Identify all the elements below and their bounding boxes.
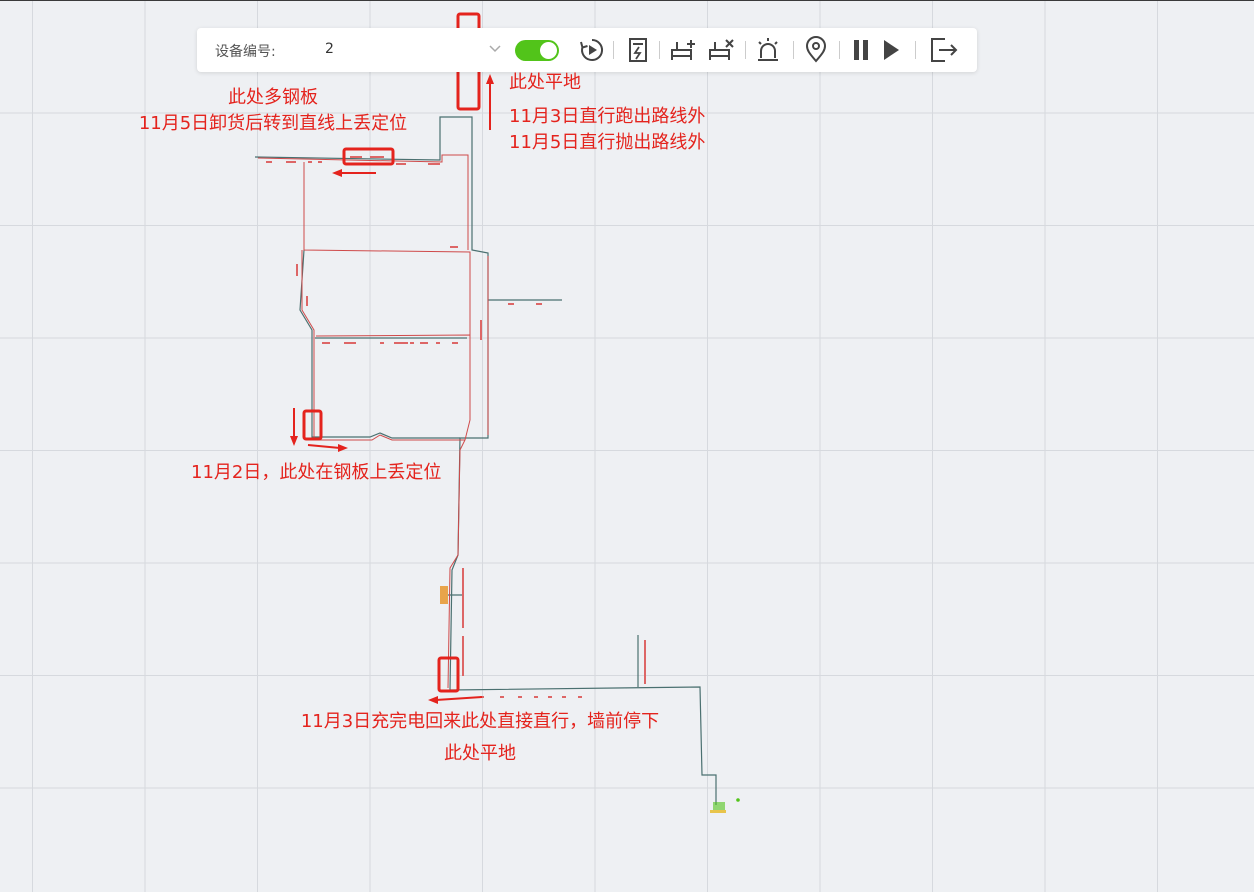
annotation-text: 此处平地 [509,72,581,93]
chevron-down-icon[interactable] [487,40,503,58]
add-shelf-icon[interactable] [669,36,699,64]
toolbar-separator [613,41,614,59]
device-id-select[interactable]: 2 [325,41,334,57]
station-markers [266,156,646,698]
toolbar-separator [839,41,840,59]
alarm-icon[interactable] [753,36,783,64]
toggle-knob [540,42,557,59]
replay-icon[interactable] [577,36,607,64]
device-id-label: 设备编号: [215,44,276,60]
annotation-mid-left: 11月2日，此处在钢板上丢定位 [191,460,441,486]
annotation-text: 11月3日直行跑出路线外 [509,106,706,127]
location-icon[interactable] [801,36,831,64]
annotation-text: 11月5日直行抛出路线外 [509,132,706,153]
annotation-text: 11月2日，此处在钢板上丢定位 [191,462,442,483]
annotation-top-left: 此处多钢板 11月5日卸货后转到直线上丢定位 [120,85,426,137]
charging-stations [440,586,740,813]
annotation-text: 此处平地 [444,743,516,764]
exit-icon[interactable] [929,36,959,64]
toolbar-separator [915,41,916,59]
annotation-text: 11月3日充完电回来此处直接直行，墙前停下 [300,711,660,732]
pause-icon[interactable] [847,36,877,64]
annotation-top-right: 此处平地 11月3日直行跑出路线外 11月5日直行抛出路线外 [509,70,705,156]
annotation-text: 此处多钢板 [228,87,318,108]
remove-shelf-icon[interactable] [707,36,737,64]
annotation-text: 11月5日卸货后转到直线上丢定位 [138,113,408,134]
battery-icon[interactable] [623,36,653,64]
toolbar-separator [659,41,660,59]
play-icon[interactable] [877,36,907,64]
toolbar-separator [745,41,746,59]
route-lines [257,154,489,689]
device-toolbar: 设备编号: 2 [197,28,977,72]
toolbar-separator [793,41,794,59]
device-toggle[interactable] [515,40,559,61]
annotation-bottom: 11月3日充完电回来此处直接直行，墙前停下 此处平地 [270,709,690,767]
